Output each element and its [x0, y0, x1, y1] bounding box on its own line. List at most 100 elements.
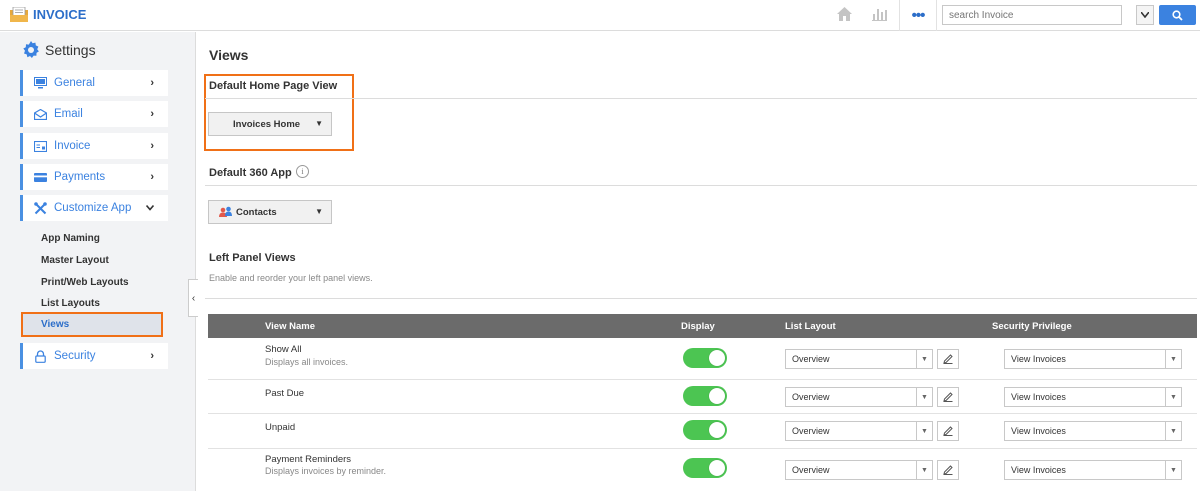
subitem-views-selected[interactable]: Views [21, 312, 163, 337]
default-home-heading: Default Home Page View [209, 80, 338, 92]
sidebar-item-invoice[interactable]: Invoice › [20, 133, 168, 159]
sidebar-item-email[interactable]: Email › [20, 101, 168, 127]
toggle-knob [709, 388, 725, 404]
caret-down-icon: ▼ [315, 207, 323, 216]
edit-layout-button[interactable] [937, 387, 959, 407]
app-title[interactable]: INVOICE [33, 7, 86, 22]
view-name: Show All [265, 344, 302, 355]
table-row[interactable]: Show All Displays all invoices. Overview… [208, 338, 1197, 380]
search-button[interactable] [1159, 5, 1196, 25]
display-toggle[interactable] [683, 458, 727, 478]
select-value: View Invoices [1011, 354, 1066, 364]
search-filter-dropdown[interactable] [1136, 5, 1154, 25]
pencil-icon [943, 392, 953, 402]
view-name: Payment Reminders [265, 454, 352, 465]
divider [936, 0, 937, 31]
monitor-icon [33, 77, 47, 89]
chevron-down-icon [1141, 12, 1149, 18]
edit-layout-button[interactable] [937, 349, 959, 369]
table-row[interactable]: Payment Reminders Displays invoices by r… [208, 449, 1197, 491]
default-home-dropdown[interactable]: Invoices Home ▼ [208, 112, 332, 136]
chart-icon[interactable] [871, 6, 888, 22]
invoice-icon [33, 140, 47, 152]
gear-icon [23, 41, 39, 58]
pencil-icon [943, 426, 953, 436]
caret-down-icon: ▼ [1165, 350, 1181, 368]
caret-down-icon: ▼ [315, 119, 323, 128]
table-row[interactable]: Unpaid Overview ▼ View Invoices ▼ [208, 414, 1197, 449]
subitem-master-layout[interactable]: Master Layout [41, 255, 109, 266]
toggle-knob [709, 460, 725, 476]
more-button[interactable]: ••• [900, 0, 936, 31]
sidebar-item-label: Invoice [54, 140, 91, 152]
home-icon[interactable] [836, 6, 853, 22]
select-value: Overview [792, 392, 830, 402]
select-value: View Invoices [1011, 426, 1066, 436]
column-header[interactable]: Display [681, 321, 715, 332]
subitem-app-naming[interactable]: App Naming [41, 233, 100, 244]
list-layout-select[interactable]: Overview ▼ [785, 460, 933, 480]
page-title: Views [209, 47, 249, 63]
view-name: Past Due [265, 388, 305, 399]
caret-down-icon: ▼ [1165, 422, 1181, 440]
chevron-right-icon: › [150, 171, 154, 183]
card-icon [33, 172, 47, 182]
select-value: Overview [792, 426, 830, 436]
left-panel-description: Enable and reorder your left panel views… [209, 273, 373, 283]
chevron-down-icon [145, 202, 155, 214]
divider [205, 98, 1197, 99]
dropdown-value: Contacts [236, 206, 277, 218]
security-privilege-select[interactable]: View Invoices ▼ [1004, 387, 1182, 407]
divider [205, 298, 1197, 299]
edit-layout-button[interactable] [937, 421, 959, 441]
sidebar-item-label: General [54, 77, 95, 89]
select-value: Overview [792, 354, 830, 364]
settings-sidebar: Settings General › Email › Invoice › Pay… [0, 32, 196, 491]
table-row[interactable]: Past Due Overview ▼ View Invoices ▼ [208, 380, 1197, 414]
info-icon[interactable]: i [296, 165, 309, 178]
column-header[interactable]: View Name [265, 321, 315, 332]
column-header[interactable]: List Layout [785, 321, 836, 332]
dropdown-value: Invoices Home [233, 118, 301, 130]
sidebar-item-label: Email [54, 108, 83, 120]
select-value: View Invoices [1011, 392, 1066, 402]
security-privilege-select[interactable]: View Invoices ▼ [1004, 460, 1182, 480]
chevron-right-icon: › [150, 77, 154, 89]
chevron-right-icon: › [150, 108, 154, 120]
subitem-views-label: Views [41, 319, 70, 330]
select-value: Overview [792, 465, 830, 475]
pencil-icon [943, 354, 953, 364]
subitem-list-layouts[interactable]: List Layouts [41, 298, 100, 309]
sidebar-item-security[interactable]: Security › [20, 343, 168, 369]
security-privilege-select[interactable]: View Invoices ▼ [1004, 349, 1182, 369]
caret-down-icon: ▼ [916, 388, 932, 406]
settings-title: Settings [45, 42, 96, 58]
display-toggle[interactable] [683, 420, 727, 440]
chevron-right-icon: › [150, 140, 154, 152]
main-content: Views Default Home Page View Invoices Ho… [197, 32, 1200, 491]
default-360-dropdown[interactable]: Contacts ▼ [208, 200, 332, 224]
edit-layout-button[interactable] [937, 460, 959, 480]
view-description: Displays invoices by reminder. [265, 466, 387, 476]
display-toggle[interactable] [683, 348, 727, 368]
search-input[interactable] [943, 6, 1103, 24]
view-name: Unpaid [265, 422, 296, 433]
subitem-print-web-layouts[interactable]: Print/Web Layouts [41, 277, 129, 288]
sidebar-item-label: Payments [54, 171, 106, 183]
tools-icon [33, 201, 47, 215]
caret-down-icon: ▼ [916, 461, 932, 479]
chevron-right-icon: › [150, 350, 154, 362]
sidebar-item-general[interactable]: General › [20, 70, 168, 96]
search-box [942, 5, 1122, 25]
list-layout-select[interactable]: Overview ▼ [785, 349, 933, 369]
caret-down-icon: ▼ [916, 350, 932, 368]
list-layout-select[interactable]: Overview ▼ [785, 387, 933, 407]
caret-down-icon: ▼ [1165, 461, 1181, 479]
column-header[interactable]: Security Privilege [992, 321, 1072, 332]
select-value: View Invoices [1011, 465, 1066, 475]
security-privilege-select[interactable]: View Invoices ▼ [1004, 421, 1182, 441]
display-toggle[interactable] [683, 386, 727, 406]
list-layout-select[interactable]: Overview ▼ [785, 421, 933, 441]
sidebar-item-customize-app[interactable]: Customize App [20, 195, 168, 221]
sidebar-item-payments[interactable]: Payments › [20, 164, 168, 190]
